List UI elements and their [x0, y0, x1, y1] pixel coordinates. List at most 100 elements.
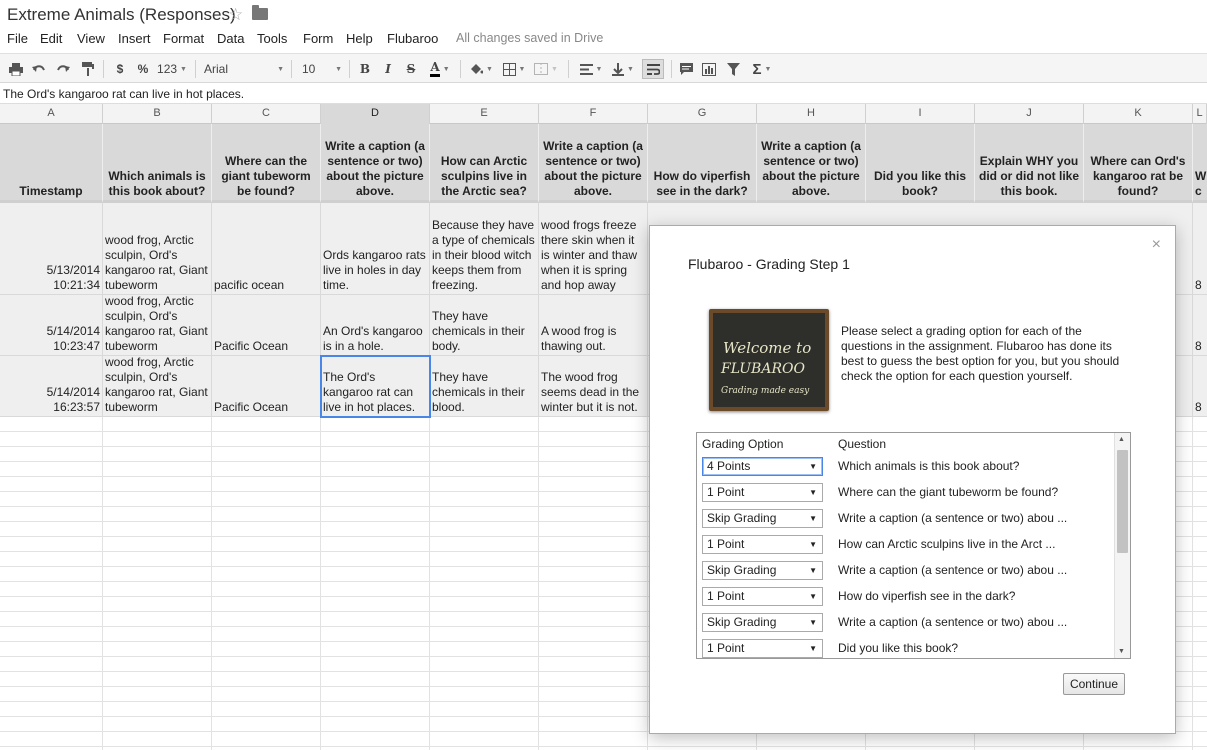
- column-header-i[interactable]: I: [866, 104, 975, 124]
- column-header-d[interactable]: D: [321, 104, 430, 124]
- grading-options-list[interactable]: Grading Option Question 4 Points ▼ Which …: [696, 432, 1131, 659]
- column-header-f[interactable]: F: [539, 104, 648, 124]
- grading-option-select[interactable]: Skip Grading ▼: [702, 509, 823, 528]
- document-title[interactable]: Extreme Animals (Responses): [7, 5, 236, 25]
- column-header-g[interactable]: G: [648, 104, 757, 124]
- vertical-align-icon[interactable]: ▼: [610, 59, 636, 79]
- column-header-k[interactable]: K: [1084, 104, 1193, 124]
- header-cell[interactable]: Where can Ord's kangaroo rat be found?: [1084, 124, 1193, 203]
- answer-cell[interactable]: Because they have a type of chemicals in…: [430, 203, 539, 295]
- header-cell[interactable]: Write a caption (a sentence or two) abou…: [757, 124, 866, 203]
- star-icon[interactable]: ☆: [228, 5, 243, 25]
- scroll-down-icon[interactable]: ▼: [1118, 648, 1125, 655]
- continue-button[interactable]: Continue: [1063, 673, 1125, 695]
- header-cell[interactable]: W c: [1193, 124, 1207, 203]
- answer-cell[interactable]: Pacific Ocean: [212, 295, 321, 356]
- header-cell[interactable]: Did you like this book?: [866, 124, 975, 203]
- answer-cell[interactable]: Pacific Ocean: [212, 356, 321, 417]
- column-header-e[interactable]: E: [430, 104, 539, 124]
- answer-cell[interactable]: They have chemicals in their body.: [430, 295, 539, 356]
- selected-cell[interactable]: The Ord's kangaroo rat can live in hot p…: [320, 355, 431, 418]
- comment-icon[interactable]: [678, 59, 694, 79]
- answer-cell[interactable]: 8: [1193, 356, 1207, 417]
- answer-cell[interactable]: The wood frog seems dead in the winter b…: [539, 356, 648, 417]
- timestamp-cell[interactable]: 5/14/2014 16:23:57: [0, 356, 103, 417]
- menu-view[interactable]: View: [77, 31, 105, 46]
- menu-insert[interactable]: Insert: [118, 31, 151, 46]
- number-format-dropdown[interactable]: 123 ▼: [156, 59, 188, 79]
- formula-bar[interactable]: The Ord's kangaroo rat can live in hot p…: [0, 84, 1207, 104]
- grading-option-select[interactable]: Skip Grading ▼: [702, 613, 823, 632]
- chart-icon[interactable]: [701, 59, 717, 79]
- grading-option-select[interactable]: 1 Point ▼: [702, 639, 823, 658]
- timestamp-cell[interactable]: 5/14/2014 10:23:47: [0, 295, 103, 356]
- column-header-c[interactable]: C: [212, 104, 321, 124]
- grading-option-select[interactable]: 1 Point ▼: [702, 587, 823, 606]
- menu-file[interactable]: File: [7, 31, 28, 46]
- fill-color-icon[interactable]: ▼: [468, 59, 494, 79]
- scrollbar-thumb[interactable]: [1117, 450, 1128, 553]
- borders-icon[interactable]: ▼: [501, 59, 527, 79]
- header-cell[interactable]: How do viperfish see in the dark?: [648, 124, 757, 203]
- menu-form[interactable]: Form: [303, 31, 333, 46]
- grading-option-select[interactable]: 4 Points ▼: [702, 457, 823, 476]
- folder-icon[interactable]: [252, 5, 268, 20]
- text-color-button[interactable]: A ▼: [426, 59, 454, 79]
- answer-cell[interactable]: pacific ocean: [212, 203, 321, 295]
- menu-flubaroo[interactable]: Flubaroo: [387, 31, 438, 46]
- header-cell[interactable]: Timestamp: [0, 124, 103, 203]
- percent-format-button[interactable]: %: [136, 59, 150, 79]
- answer-cell[interactable]: wood frog, Arctic sculpin, Ord's kangaro…: [103, 295, 212, 356]
- undo-icon[interactable]: [31, 59, 47, 79]
- header-cell[interactable]: Where can the giant tubeworm be found?: [212, 124, 321, 203]
- menu-help[interactable]: Help: [346, 31, 373, 46]
- answer-cell[interactable]: Ords kangaroo rats live in holes in day …: [321, 203, 430, 295]
- filter-icon[interactable]: [725, 59, 741, 79]
- bold-button[interactable]: B: [358, 59, 372, 79]
- answer-cell[interactable]: A wood frog is thawing out.: [539, 295, 648, 356]
- wrap-text-icon[interactable]: [642, 59, 664, 79]
- menu-data[interactable]: Data: [217, 31, 244, 46]
- grading-option-select[interactable]: 1 Point ▼: [702, 535, 823, 554]
- merge-cells-icon[interactable]: ▼: [533, 59, 559, 79]
- column-header-l[interactable]: L: [1193, 104, 1207, 124]
- print-icon[interactable]: [8, 59, 24, 79]
- currency-format-button[interactable]: $: [113, 59, 127, 79]
- horizontal-align-icon[interactable]: ▼: [578, 59, 604, 79]
- save-status: All changes saved in Drive: [456, 31, 604, 45]
- answer-cell[interactable]: wood frog, Arctic sculpin, Ord's kangaro…: [103, 356, 212, 417]
- grading-option-select[interactable]: Skip Grading ▼: [702, 561, 823, 580]
- timestamp-cell[interactable]: 5/13/2014 10:21:34: [0, 203, 103, 295]
- column-header-a[interactable]: A: [0, 104, 103, 124]
- menu-format[interactable]: Format: [163, 31, 204, 46]
- grading-option-header: Grading Option: [702, 437, 784, 451]
- column-header-b[interactable]: B: [103, 104, 212, 124]
- scrollbar[interactable]: ▲ ▼: [1114, 433, 1130, 658]
- menu-edit[interactable]: Edit: [40, 31, 62, 46]
- font-family-dropdown[interactable]: Arial ▼: [204, 59, 284, 79]
- answer-cell[interactable]: An Ord's kangaroo is in a hole.: [321, 295, 430, 356]
- paint-format-icon[interactable]: [80, 59, 96, 79]
- redo-icon[interactable]: [55, 59, 71, 79]
- column-header-h[interactable]: H: [757, 104, 866, 124]
- grading-option-select[interactable]: 1 Point ▼: [702, 483, 823, 502]
- font-size-dropdown[interactable]: 10 ▼: [302, 59, 342, 79]
- answer-cell[interactable]: 8: [1193, 295, 1207, 356]
- menu-tools[interactable]: Tools: [257, 31, 287, 46]
- functions-icon[interactable]: Σ ▼: [749, 59, 775, 79]
- answer-cell[interactable]: wood frog, Arctic sculpin, Ord's kangaro…: [103, 203, 212, 295]
- header-cell[interactable]: Explain WHY you did or did not like this…: [975, 124, 1084, 203]
- header-cell[interactable]: Write a caption (a sentence or two) abou…: [539, 124, 648, 203]
- header-cell[interactable]: Write a caption (a sentence or two) abou…: [321, 124, 430, 203]
- column-header-j[interactable]: J: [975, 104, 1084, 124]
- italic-button[interactable]: I: [381, 59, 395, 79]
- answer-cell[interactable]: They have chemicals in their blood.: [430, 356, 539, 417]
- close-icon[interactable]: ×: [1152, 236, 1161, 254]
- answer-cell[interactable]: 8: [1193, 203, 1207, 295]
- answer-cell[interactable]: wood frogs freeze there skin when it is …: [539, 203, 648, 295]
- logo-line-3: Grading made easy: [721, 386, 810, 396]
- scroll-up-icon[interactable]: ▲: [1118, 436, 1125, 443]
- strikethrough-button[interactable]: S: [404, 59, 418, 79]
- header-cell[interactable]: Which animals is this book about?: [103, 124, 212, 203]
- header-cell[interactable]: How can Arctic sculpins live in the Arct…: [430, 124, 539, 203]
